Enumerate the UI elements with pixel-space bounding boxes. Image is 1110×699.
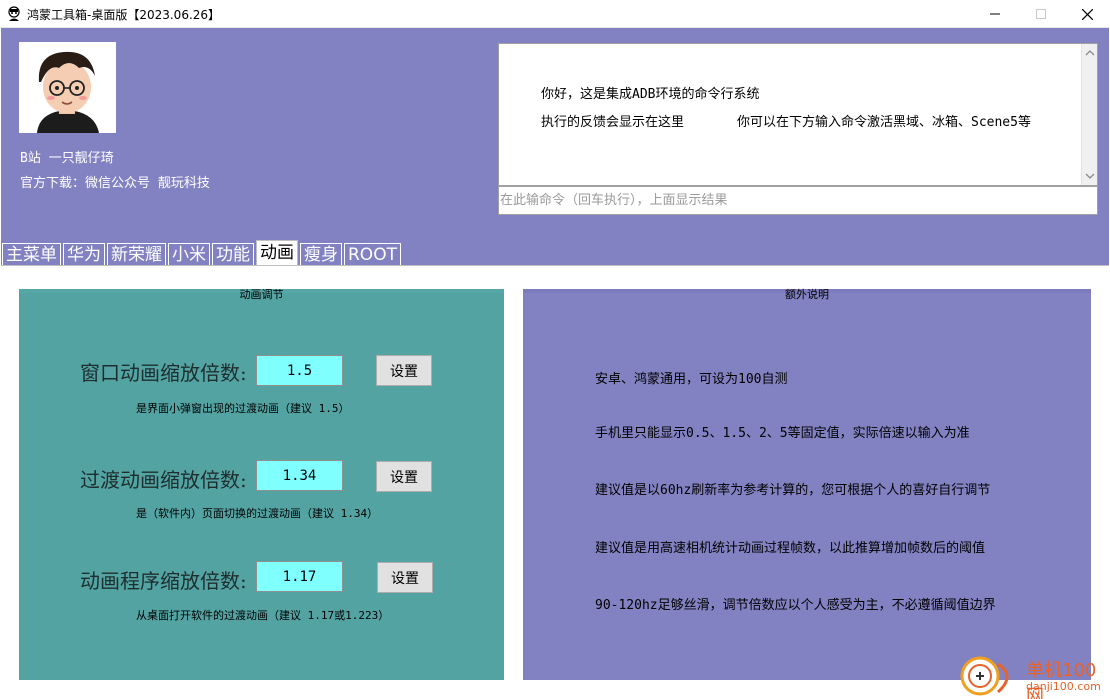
download-text: 官方下载：微信公众号 靓玩科技 <box>20 176 210 191</box>
tab-huawei[interactable]: 华为 <box>63 243 105 265</box>
note-item: 建议值是用高速相机统计动画过程帧数，以此推算增加帧数后的阈值 <box>595 541 986 556</box>
animator-duration-label: 动画程序缩放倍数: <box>80 569 247 593</box>
maximize-button[interactable] <box>1018 0 1064 28</box>
tab-slim[interactable]: 瘦身 <box>300 243 342 265</box>
watermark: 单机100网 danji100.com <box>958 652 1108 699</box>
command-input[interactable] <box>498 186 1098 215</box>
minimize-button[interactable] <box>972 0 1018 28</box>
animation-panel: 动画调节 窗口动画缩放倍数: 设置 是界面小弹窗出现的过渡动画（建议 1.5） … <box>19 289 504 680</box>
console-scrollbar[interactable] <box>1081 44 1097 185</box>
transition-animation-hint: 是（软件内）页面切换的过渡动画（建议 1.34） <box>136 507 379 520</box>
transition-animation-label: 过渡动画缩放倍数: <box>80 468 247 492</box>
tab-xiaomi[interactable]: 小米 <box>168 243 210 265</box>
tab-functions[interactable]: 功能 <box>212 243 254 265</box>
author-text: B站 一只靓仔琦 <box>20 151 114 166</box>
cartoon-avatar-icon <box>19 42 116 133</box>
animator-duration-input[interactable] <box>256 561 343 592</box>
animator-duration-set-button[interactable]: 设置 <box>377 562 433 593</box>
window-animation-hint: 是界面小弹窗出现的过渡动画（建议 1.5） <box>136 402 350 415</box>
close-icon <box>1081 8 1093 20</box>
tab-divider <box>1 265 1109 266</box>
app-icon <box>8 6 20 21</box>
note-item: 90-120hz足够丝滑，调节倍数应以个人感受为主，不必遵循阈值边界 <box>595 598 996 613</box>
console-line: 你可以在下方输入命令激活黑域、冰箱、Scene5等 <box>737 115 1031 130</box>
scroll-up-icon[interactable] <box>1085 48 1095 58</box>
transition-animation-input[interactable] <box>256 460 343 491</box>
tab-new-honor[interactable]: 新荣耀 <box>107 243 166 265</box>
window-animation-set-button[interactable]: 设置 <box>376 355 432 386</box>
maximize-icon <box>1036 9 1046 19</box>
scroll-down-icon[interactable] <box>1085 171 1095 181</box>
animator-duration-hint: 从桌面打开软件的过渡动画（建议 1.17或1.223） <box>136 609 390 622</box>
note-item: 建议值是以60hz刷新率为参考计算的，您可根据个人的喜好自行调节 <box>595 483 991 498</box>
minimize-icon <box>990 13 1000 15</box>
title-bar: 鸿蒙工具箱-桌面版【2023.06.26】 <box>0 0 1110 28</box>
transition-animation-set-button[interactable]: 设置 <box>376 461 432 492</box>
tab-animation[interactable]: 动画 <box>256 240 298 265</box>
note-item: 安卓、鸿蒙通用，可设为100自测 <box>595 372 788 387</box>
header-panel: B站 一只靓仔琦 官方下载：微信公众号 靓玩科技 你好，这是集成ADB环境的命令… <box>1 28 1109 265</box>
console-output[interactable]: 你好，这是集成ADB环境的命令行系统 执行的反馈会显示在这里 你可以在下方输入命… <box>498 43 1098 186</box>
watermark-url: danji100.com <box>1026 680 1101 693</box>
console-line: 执行的反馈会显示在这里 <box>541 115 685 130</box>
console-line: 你好，这是集成ADB环境的命令行系统 <box>541 87 760 102</box>
notes-panel-title: 额外说明 <box>785 288 829 301</box>
window-animation-input[interactable] <box>256 355 343 386</box>
note-item: 手机里只能显示0.5、1.5、2、5等固定值，实际倍速以输入为准 <box>595 426 970 441</box>
window-animation-label: 窗口动画缩放倍数: <box>80 361 247 385</box>
animation-panel-title: 动画调节 <box>239 288 284 301</box>
tab-root[interactable]: ROOT <box>344 243 401 265</box>
tab-main-menu[interactable]: 主菜单 <box>2 243 61 265</box>
window-title: 鸿蒙工具箱-桌面版【2023.06.26】 <box>27 8 221 22</box>
close-button[interactable] <box>1064 0 1110 28</box>
tab-bar: 主菜单 华为 新荣耀 小米 功能 动画 瘦身 ROOT <box>2 240 403 265</box>
watermark-logo-icon <box>960 656 1009 696</box>
avatar <box>19 42 116 133</box>
notes-panel: 额外说明 安卓、鸿蒙通用，可设为100自测 手机里只能显示0.5、1.5、2、5… <box>523 289 1091 680</box>
